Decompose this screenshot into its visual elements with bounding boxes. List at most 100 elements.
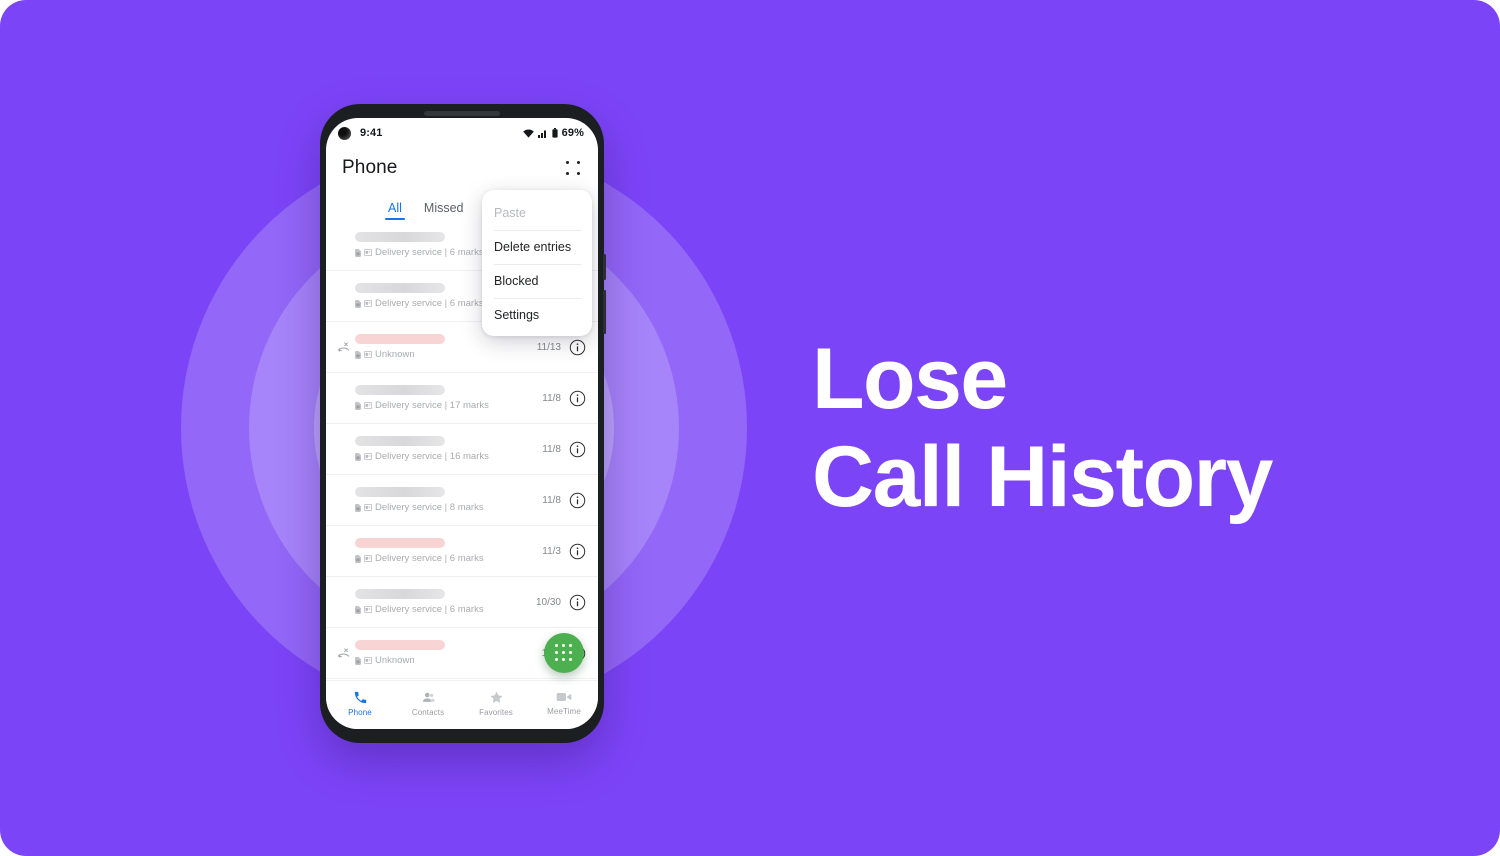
wifi-icon [522, 128, 534, 138]
call-row-subtitle: Delivery service | 6 marks [375, 604, 484, 615]
id-card-icon [364, 402, 372, 409]
phone-icon [354, 691, 366, 703]
nav-label-contacts: Contacts [411, 707, 445, 717]
id-card-icon [364, 249, 372, 256]
redacted-contact-name [355, 538, 445, 548]
menu-dot [577, 172, 581, 176]
promo-headline: Lose Call History [812, 330, 1412, 526]
call-row-content: Delivery service | 17 marks [353, 385, 536, 411]
grid-dots-menu-icon[interactable] [564, 159, 582, 177]
menu-item-delete-entries[interactable]: Delete entries [482, 230, 592, 264]
star-icon [490, 691, 502, 703]
promo-banner: 9:41 69% Phone All Missed Delivery servi… [0, 0, 1500, 856]
call-row-subtitle-group: Delivery service | 8 marks [355, 502, 536, 513]
menu-dot [577, 160, 581, 164]
missed-call-icon [337, 647, 350, 657]
call-date: 11/8 [542, 392, 561, 404]
nav-label-meetime: MeeTime [547, 707, 581, 716]
call-details-info-icon[interactable] [569, 492, 586, 509]
call-row-meta: 10/30 [530, 594, 586, 611]
call-history-row[interactable]: Delivery service | 8 marks 11/8 [326, 475, 598, 526]
call-row-subtitle: Delivery service | 8 marks [375, 502, 484, 513]
call-details-info-icon[interactable] [569, 339, 586, 356]
menu-item-blocked[interactable]: Blocked [482, 264, 592, 298]
call-history-row[interactable]: Delivery service | 6 marks 10/30 [326, 577, 598, 628]
call-row-meta: 11/3 [536, 543, 586, 560]
call-row-subtitle: Delivery service | 16 marks [375, 451, 489, 462]
id-card-icon [364, 300, 372, 307]
phone-screen: 9:41 69% Phone All Missed Delivery servi… [326, 118, 598, 729]
nav-item-meetime[interactable]: MeeTime [530, 690, 598, 720]
call-details-info-icon[interactable] [569, 594, 586, 611]
dialpad-dot [568, 657, 572, 661]
call-status-icon-slot [336, 647, 351, 660]
nav-item-favorites[interactable]: Favorites [462, 690, 530, 721]
id-card-icon [364, 606, 372, 613]
sim-card-icon [355, 299, 361, 308]
call-history-row[interactable]: Delivery service | 6 marks 11/3 [326, 526, 598, 577]
call-row-content: Delivery service | 8 marks [353, 487, 536, 513]
id-card-icon [364, 555, 372, 562]
sim-card-icon [355, 554, 361, 563]
call-row-meta: 11/8 [536, 492, 586, 509]
call-date: 11/13 [536, 341, 561, 353]
sim-card-icon [355, 248, 361, 257]
page-title: Phone [342, 157, 398, 178]
dialpad-dot [561, 657, 565, 661]
call-details-info-icon[interactable] [569, 390, 586, 407]
menu-item-settings[interactable]: Settings [482, 298, 592, 332]
call-row-subtitle-group: Delivery service | 16 marks [355, 451, 536, 462]
nav-item-phone[interactable]: Phone [326, 690, 394, 721]
tab-missed[interactable]: Missed [424, 201, 464, 220]
missed-call-icon [337, 341, 350, 351]
call-row-subtitle-group: Delivery service | 17 marks [355, 400, 536, 411]
redacted-contact-name [355, 640, 445, 650]
video-call-icon [556, 693, 572, 701]
status-indicators: 69% [522, 127, 584, 139]
status-time: 9:41 [360, 127, 383, 139]
menu-item-paste: Paste [494, 206, 526, 220]
call-row-content: Delivery service | 6 marks [353, 538, 536, 564]
redacted-contact-name [355, 334, 445, 344]
nav-item-contacts[interactable]: Contacts [394, 690, 462, 721]
tab-all[interactable]: All [385, 201, 405, 220]
id-card-icon [364, 657, 372, 664]
phone-volume-button [603, 254, 606, 280]
contacts-icon [422, 692, 435, 702]
call-row-subtitle-group: Delivery service | 6 marks [355, 553, 536, 564]
call-details-info-icon[interactable] [569, 543, 586, 560]
headline-line-1: Lose [812, 331, 1008, 427]
redacted-contact-name [355, 436, 445, 446]
call-history-row[interactable]: Delivery service | 16 marks 11/8 [326, 424, 598, 475]
call-row-subtitle: Delivery service | 17 marks [375, 400, 489, 411]
call-date: 11/8 [542, 494, 561, 506]
call-row-subtitle-group: Unknown [355, 349, 531, 360]
call-row-subtitle: Unknown [375, 655, 415, 666]
app-bar: Phone [326, 148, 598, 188]
dialpad-dot [561, 650, 565, 654]
call-row-content: Delivery service | 16 marks [353, 436, 536, 462]
battery-icon [552, 128, 558, 138]
phone-power-button [603, 290, 606, 334]
status-bar: 9:41 69% [326, 118, 598, 148]
headline-line-2: Call History [812, 429, 1273, 525]
phone-mockup: 9:41 69% Phone All Missed Delivery servi… [320, 104, 606, 743]
sim-card-icon [355, 656, 361, 665]
sim-card-icon [355, 605, 361, 614]
call-row-subtitle-group: Unknown [355, 655, 536, 666]
call-date: 11/8 [542, 443, 561, 455]
menu-dot [565, 160, 569, 164]
call-details-info-icon[interactable] [569, 441, 586, 458]
dialpad-dot [555, 644, 558, 647]
dialpad-fab-button[interactable] [544, 633, 584, 673]
call-row-content: Unknown [353, 640, 536, 666]
call-row-subtitle: Delivery service | 6 marks [375, 553, 484, 564]
call-history-row[interactable]: Delivery service | 17 marks 11/8 [326, 373, 598, 424]
call-row-subtitle-group: Delivery service | 6 marks [355, 604, 530, 615]
front-camera-punch-hole [338, 126, 351, 140]
overflow-dropdown-menu: Paste Delete entries Blocked Settings [482, 190, 592, 336]
sim-card-icon [355, 350, 361, 359]
call-row-meta: 11/8 [536, 441, 586, 458]
call-status-icon-slot [336, 341, 351, 354]
dialpad-dot [555, 650, 558, 654]
